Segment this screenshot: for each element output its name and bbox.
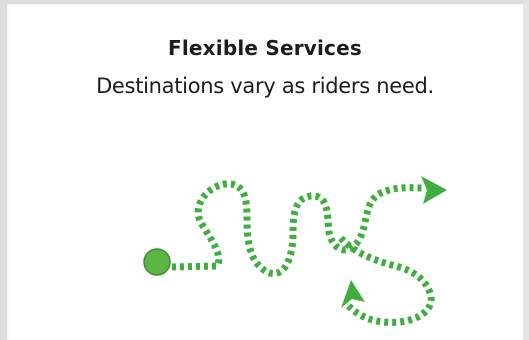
arrow-up-left-icon: [341, 280, 365, 308]
arrow-right-icon: [421, 176, 447, 204]
start-point-icon: [143, 248, 171, 276]
service-card: Flexible Services Destinations vary as r…: [0, 0, 529, 340]
route-illustration: [143, 176, 447, 326]
route-branch: [338, 235, 435, 326]
route-main: [171, 180, 426, 278]
